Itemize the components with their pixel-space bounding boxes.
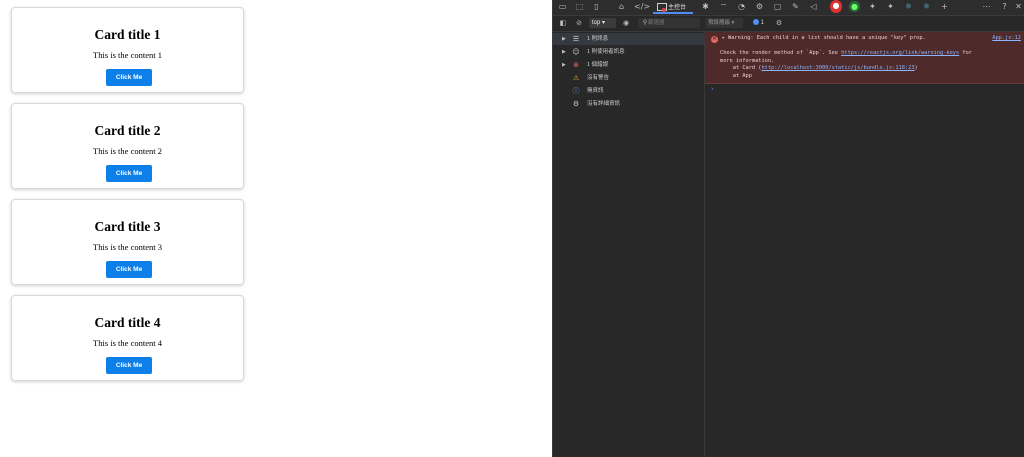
- card-content: This is the content 1: [93, 50, 162, 60]
- card-title: Card title 4: [94, 315, 161, 330]
- issues-count: 1: [760, 20, 765, 26]
- sidebar-item-label: 1 則使用者訊息: [587, 49, 625, 55]
- page-viewport: Card title 1 This is the content 1 Click…: [0, 0, 552, 457]
- console-filter-bar: ◧ ⊘ top ▾ ◉ ⚲ 預設層級 ▾ 1 ⚙: [553, 16, 1024, 32]
- list-icon: ☰: [572, 35, 580, 43]
- card-4: Card title 4 This is the content 4 Click…: [11, 295, 244, 381]
- sidebar-item-verbose[interactable]: ⚙ 沒有詳細資訊: [553, 98, 704, 110]
- message-line-4-text: at Card (: [720, 65, 762, 71]
- sidebar-item-info[interactable]: ⓘ 無資訊: [553, 85, 704, 97]
- sidebar-item-label: 沒有詳細資訊: [587, 101, 621, 107]
- sidebar-toggle-icon[interactable]: ◧: [558, 18, 568, 28]
- card-2: Card title 2 This is the content 2 Click…: [11, 103, 244, 189]
- card-content: This is the content 2: [93, 146, 162, 156]
- message-line-5: at App: [720, 72, 752, 79]
- context-select[interactable]: top ▾: [589, 18, 616, 28]
- sidebar-item-label: 沒有警告: [587, 75, 610, 81]
- sidebar-item-user-messages[interactable]: ▶ ☺ 1 則使用者訊息: [553, 46, 704, 58]
- device-emulation-icon[interactable]: ▭: [557, 1, 568, 12]
- expand-arrow-icon[interactable]: ▶: [562, 33, 566, 45]
- clear-console-icon[interactable]: ⊘: [574, 18, 584, 28]
- message-line-3: more information.: [720, 57, 775, 64]
- devtools-toolbar: ▭ ⬚ ▯ ⌂ </> 主控台 ✱ ⌔ ◔ ⚙ ▢ ✎ ◁ ● ● ✦ ✦ ⚛ …: [553, 0, 1024, 16]
- more-options-icon[interactable]: ⋯: [981, 1, 992, 12]
- click-me-button[interactable]: Click Me: [106, 165, 152, 182]
- puzzle-icon[interactable]: ✦: [885, 1, 896, 12]
- card-content: This is the content 3: [93, 242, 162, 252]
- message-line-2-tail: for: [959, 50, 972, 56]
- sidebar-item-messages[interactable]: ▶ ☰ 1 則訊息: [553, 33, 704, 45]
- sidebar-item-label: 1 個錯誤: [587, 62, 609, 68]
- wifi-icon[interactable]: ⌔: [718, 1, 729, 12]
- react-profiler-icon[interactable]: ⚛: [921, 1, 932, 12]
- sidebar-item-label: 無資訊: [587, 88, 604, 94]
- message-line-4-tail: ): [914, 65, 918, 71]
- console-messages: ✕ ▸ Warning: Each child in a list should…: [705, 32, 1024, 457]
- error-dot-icon: [662, 8, 666, 12]
- info-icon: ⓘ: [572, 87, 580, 95]
- performance-icon[interactable]: ◔: [736, 1, 747, 12]
- help-icon[interactable]: ?: [999, 1, 1010, 12]
- log-level-select[interactable]: 預設層級 ▾: [705, 18, 743, 28]
- message-line-2: Check the render method of `App`. See ht…: [720, 50, 972, 58]
- extension-red-icon[interactable]: ●: [830, 0, 842, 13]
- error-icon: ⊗: [573, 61, 579, 69]
- issues-badge[interactable]: 1: [753, 18, 764, 28]
- console-sidebar: ▶ ☰ 1 則訊息 ▶ ☺ 1 則使用者訊息 ▶ ⊗ 1 個錯誤 ⚠ 沒有警告 …: [553, 32, 705, 457]
- application-icon[interactable]: ▢: [772, 1, 783, 12]
- source-link[interactable]: App.js:12: [992, 35, 1021, 41]
- sidebar-item-warnings[interactable]: ⚠ 沒有警告: [553, 72, 704, 84]
- sidebar-item-errors[interactable]: ▶ ⊗ 1 個錯誤: [553, 59, 704, 71]
- expand-arrow-icon[interactable]: ▸: [722, 35, 725, 43]
- paint-icon[interactable]: ✎: [790, 1, 801, 12]
- card-content: This is the content 4: [93, 338, 162, 348]
- card-title: Card title 2: [94, 123, 161, 138]
- card-title: Card title 3: [94, 219, 161, 234]
- card-3: Card title 3 This is the content 3 Click…: [11, 199, 244, 285]
- close-icon[interactable]: ✕: [1013, 1, 1024, 12]
- expand-arrow-icon[interactable]: ▶: [562, 59, 566, 71]
- warning-icon: ⚠: [572, 74, 580, 82]
- error-icon: ✕: [711, 36, 718, 43]
- issues-icon: [753, 19, 759, 26]
- message-line-4: at Card (http://localhost:3000/static/js…: [720, 65, 918, 73]
- memory-icon[interactable]: ⚙: [754, 1, 765, 12]
- verbose-icon: ⚙: [572, 100, 580, 108]
- tab-console-label: 主控台: [668, 5, 687, 11]
- devtools-panel: ▭ ⬚ ▯ ⌂ </> 主控台 ✱ ⌔ ◔ ⚙ ▢ ✎ ◁ ● ● ✦ ✦ ⚛ …: [552, 0, 1024, 457]
- add-tab-icon[interactable]: +: [939, 1, 950, 12]
- warning-keys-link[interactable]: https://reactjs.org/link/warning-keys: [841, 50, 959, 56]
- bundle-link[interactable]: http://localhost:3000/static/js/bundle.j…: [761, 65, 914, 71]
- audio-icon[interactable]: ◁: [808, 1, 819, 12]
- context-value: top: [592, 20, 601, 26]
- home-icon[interactable]: ⌂: [616, 1, 627, 12]
- user-icon: ☺: [572, 48, 580, 56]
- elements-icon[interactable]: </>: [634, 1, 650, 12]
- react-components-icon[interactable]: ⚛: [903, 1, 914, 12]
- message-line-2-text: Check the render method of `App`. See: [720, 50, 842, 56]
- extension-green-icon[interactable]: ●: [849, 1, 860, 12]
- click-me-button[interactable]: Click Me: [106, 357, 152, 374]
- log-level-value: 預設層級: [708, 20, 731, 26]
- console-error-message[interactable]: ✕ ▸ Warning: Each child in a list should…: [705, 32, 1024, 84]
- message-line-1: Warning: Each child in a list should hav…: [728, 35, 926, 41]
- expand-arrow-icon[interactable]: ▶: [562, 46, 566, 58]
- gear-puzzle-icon[interactable]: ✦: [867, 1, 878, 12]
- click-me-button[interactable]: Click Me: [106, 261, 152, 278]
- filter-icon: ⚲: [642, 19, 648, 26]
- sidebar-item-label: 1 則訊息: [587, 36, 609, 42]
- console-prompt-caret-icon[interactable]: ›: [711, 85, 714, 93]
- settings-gear-icon[interactable]: ⚙: [774, 18, 784, 28]
- bug-icon[interactable]: ✱: [700, 1, 711, 12]
- card-1: Card title 1 This is the content 1 Click…: [11, 7, 244, 93]
- dock-sidebar-icon[interactable]: ▯: [591, 1, 602, 12]
- click-me-button[interactable]: Click Me: [106, 69, 152, 86]
- inspect-icon[interactable]: ⬚: [574, 1, 585, 12]
- card-title: Card title 1: [94, 27, 161, 42]
- tab-console[interactable]: 主控台: [653, 0, 693, 14]
- live-expression-eye-icon[interactable]: ◉: [621, 18, 631, 28]
